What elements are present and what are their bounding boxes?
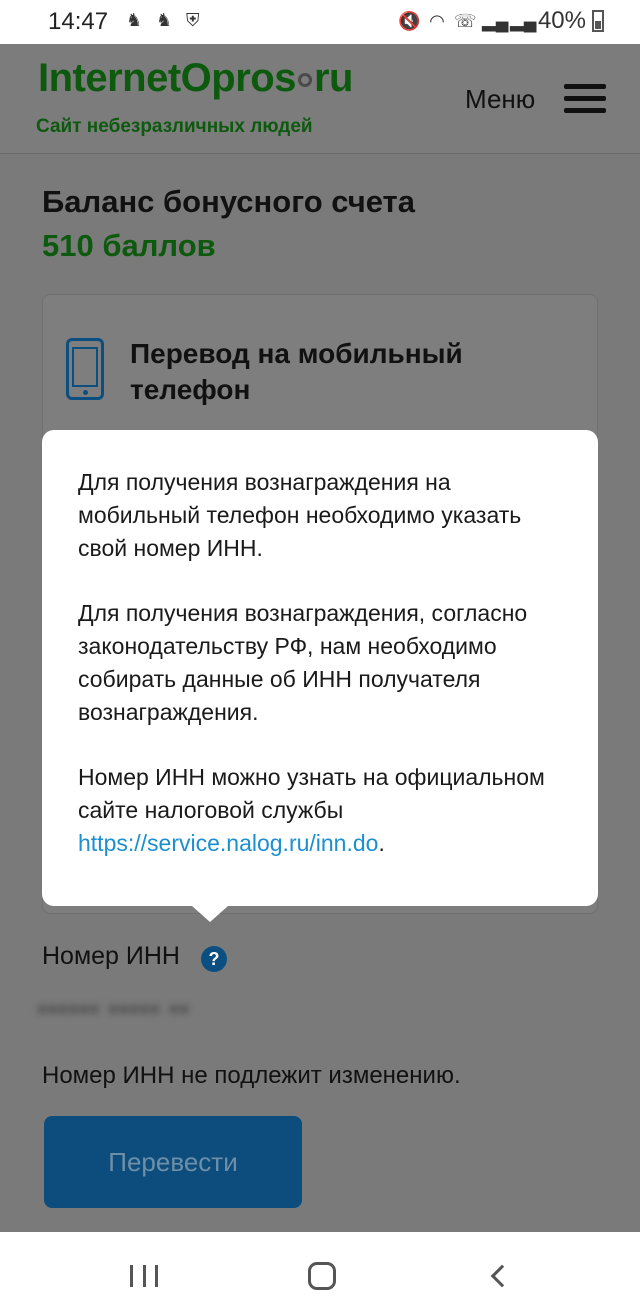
card-title: Перевод на мобильный телефон bbox=[130, 338, 463, 405]
logo-main: InternetOpros bbox=[38, 56, 296, 100]
transfer-button[interactable]: Перевести bbox=[44, 1116, 302, 1208]
mute-icon: 🔇 bbox=[397, 10, 421, 31]
shield-app-icon: ⛨ bbox=[186, 10, 200, 30]
popup-paragraph-text: Номер ИНН можно узнать на официальном са… bbox=[78, 764, 545, 823]
menu-label[interactable]: Меню bbox=[465, 84, 535, 115]
status-notification-icons: ♞ ♞ ⛨ bbox=[126, 8, 206, 32]
inn-label: Номер ИНН bbox=[42, 942, 180, 970]
battery-percent: 40% bbox=[537, 7, 586, 34]
wifi-icon: ◠ bbox=[429, 10, 445, 31]
inn-info-popup: Для получения вознаграждения на мобильны… bbox=[42, 430, 598, 922]
signal-icon: ▂▄ bbox=[481, 10, 509, 31]
call-icon: ☏ bbox=[453, 10, 477, 31]
notification-icon: ♞ bbox=[156, 10, 173, 30]
hamburger-menu-icon[interactable] bbox=[564, 84, 606, 114]
back-icon[interactable] bbox=[490, 1264, 514, 1288]
site-header: InternetOpros ru Сайт небезразличных люде… bbox=[0, 44, 640, 154]
logo-dot-icon bbox=[297, 73, 312, 88]
notification-icon: ♞ bbox=[126, 10, 143, 30]
recent-apps-icon[interactable] bbox=[130, 1265, 158, 1287]
help-icon[interactable]: ? bbox=[201, 946, 227, 972]
battery-icon bbox=[592, 10, 604, 32]
popup-paragraph: Номер ИНН можно узнать на официальном са… bbox=[78, 761, 562, 860]
mobile-phone-icon bbox=[66, 338, 104, 400]
status-time: 14:47 bbox=[48, 8, 109, 35]
popup-paragraph-suffix: . bbox=[378, 830, 385, 856]
popup-paragraph: Для получения вознаграждения, согласно з… bbox=[78, 600, 528, 725]
inn-value: •••••• ••••• •• bbox=[38, 996, 191, 1023]
signal-icon: ▂▄ bbox=[509, 10, 537, 31]
status-bar: 14:47 ♞ ♞ ⛨ 🔇 ◠ ☏ ▂▄ ▂▄ 40% bbox=[0, 0, 640, 44]
inn-note: Номер ИНН не подлежит изменению. bbox=[42, 1062, 461, 1089]
logo-tld: ru bbox=[313, 56, 354, 100]
home-icon[interactable] bbox=[308, 1262, 336, 1290]
popup-paragraph: Для получения вознаграждения на мобильны… bbox=[78, 469, 522, 561]
site-tagline: Сайт небезразличных людей bbox=[36, 116, 313, 137]
site-logo[interactable]: InternetOpros ru bbox=[38, 56, 353, 101]
system-nav-bar bbox=[0, 1232, 640, 1316]
balance-value: 510 баллов bbox=[42, 228, 216, 263]
status-system-icons: 🔇 ◠ ☏ ▂▄ ▂▄ 40% bbox=[398, 7, 604, 35]
nalog-link[interactable]: https://service.nalog.ru/inn.do bbox=[78, 830, 378, 856]
balance-title: Баланс бонусного счета bbox=[42, 184, 415, 219]
